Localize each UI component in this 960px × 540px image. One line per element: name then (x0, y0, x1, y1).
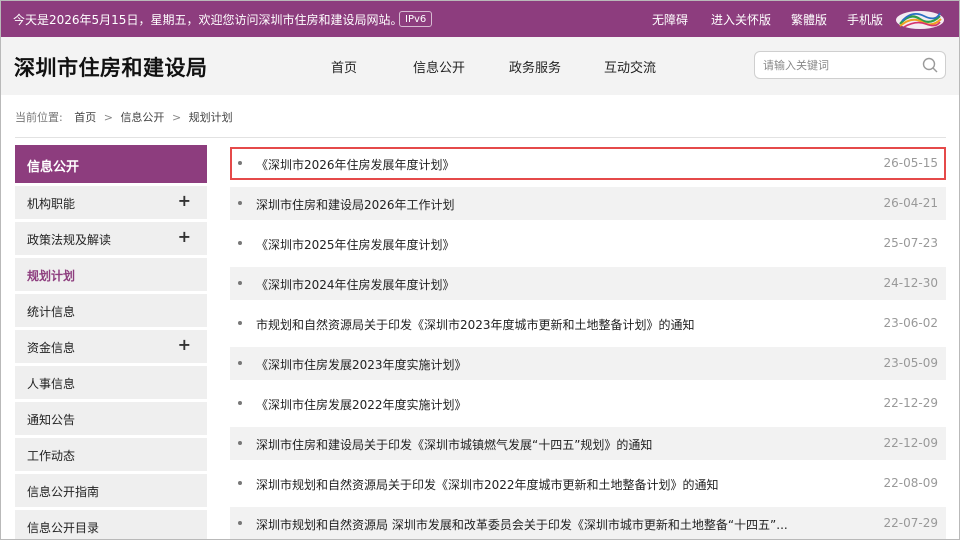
breadcrumb-separator: > (171, 111, 182, 124)
list-item[interactable]: 深圳市住房和建设局2026年工作计划 26-04-21 (230, 187, 946, 220)
list-item[interactable]: 市规划和自然资源局关于印发《深圳市2023年度城市更新和土地整备计划》的通知 2… (230, 307, 946, 340)
sidebar-item-label: 信息公开目录 (27, 521, 100, 535)
mobile-version-link[interactable]: 手机版 (847, 11, 883, 28)
list-item[interactable]: 《深圳市2025年住房发展年度计划》 25-07-23 (230, 227, 946, 260)
bullet-icon (238, 321, 242, 325)
article-title[interactable]: 《深圳市2025年住房发展年度计划》 (256, 236, 455, 253)
site-logo-icon (896, 11, 944, 29)
article-date: 26-05-15 (883, 156, 938, 170)
sidebar-item-label: 信息公开指南 (27, 485, 100, 499)
sidebar-item-label: 工作动态 (27, 449, 76, 463)
traditional-chinese-link[interactable]: 繁體版 (791, 11, 827, 28)
sidebar-item-label: 统计信息 (27, 305, 76, 319)
article-title[interactable]: 《深圳市2026年住房发展年度计划》 (256, 156, 455, 173)
sidebar-item-label: 资金信息 (27, 341, 76, 355)
care-mode-link[interactable]: 进入关怀版 (711, 11, 771, 28)
breadcrumb-separator: > (103, 111, 113, 124)
article-date: 26-04-21 (883, 196, 938, 210)
sidebar-item-label: 人事信息 (27, 377, 76, 391)
list-item[interactable]: 《深圳市住房发展2023年度实施计划》 23-05-09 (230, 347, 946, 380)
article-date: 22-07-29 (883, 516, 938, 530)
sidebar-item-label: 机构职能 (27, 197, 76, 211)
sidebar-item-label: 规划计划 (27, 269, 76, 283)
accessibility-link[interactable]: 无障碍 (652, 11, 688, 28)
breadcrumb-divider (15, 137, 946, 138)
article-date: 24-12-30 (883, 276, 938, 290)
list-item[interactable]: 《深圳市2024年住房发展年度计划》 24-12-30 (230, 267, 946, 300)
article-date: 23-05-09 (883, 356, 938, 370)
breadcrumb-info-disclosure[interactable]: 信息公开 (120, 111, 164, 124)
plus-icon[interactable]: + (178, 335, 191, 354)
site-title[interactable]: 深圳市住房和建设局 (14, 52, 208, 82)
article-title[interactable]: 深圳市规划和自然资源局关于印发《深圳市2022年度城市更新和土地整备计划》的通知 (256, 476, 719, 493)
sidebar-item-policies[interactable]: 政策法规及解读 + (15, 222, 207, 255)
list-item[interactable]: 深圳市规划和自然资源局 深圳市发展和改革委员会关于印发《深圳市城市更新和土地整备… (230, 507, 946, 539)
sidebar-item-work-news[interactable]: 工作动态 (15, 438, 207, 471)
list-item[interactable]: 《深圳市2026年住房发展年度计划》 26-05-15 (230, 147, 946, 180)
site-header: 深圳市住房和建设局 首页 信息公开 政务服务 互动交流 (1, 37, 959, 95)
sidebar-item-label: 政策法规及解读 (27, 233, 112, 247)
sidebar-item-notices[interactable]: 通知公告 (15, 402, 207, 435)
list-item[interactable]: 深圳市规划和自然资源局关于印发《深圳市2022年度城市更新和土地整备计划》的通知… (230, 467, 946, 500)
page-frame: 今天是2026年5月15日，星期五，欢迎您访问深圳市住房和建设局网站。 IPv6… (0, 0, 960, 540)
plus-icon[interactable]: + (178, 191, 191, 210)
article-title[interactable]: 深圳市规划和自然资源局 深圳市发展和改革委员会关于印发《深圳市城市更新和土地整备… (256, 516, 788, 533)
search-box (754, 51, 946, 79)
welcome-text: 今天是2026年5月15日，星期五，欢迎您访问深圳市住房和建设局网站。 (13, 13, 403, 27)
sidebar-item-personnel[interactable]: 人事信息 (15, 366, 207, 399)
breadcrumb-home[interactable]: 首页 (74, 111, 96, 124)
bullet-icon (238, 441, 242, 445)
bullet-icon (238, 241, 242, 245)
breadcrumb: 当前位置: 首页 > 信息公开 > 规划计划 (15, 109, 233, 125)
sidebar-item-funds[interactable]: 资金信息 + (15, 330, 207, 363)
article-title[interactable]: 深圳市住房和建设局关于印发《深圳市城镇燃气发展“十四五”规划》的通知 (256, 436, 652, 453)
article-date: 22-12-29 (883, 396, 938, 410)
plus-icon[interactable]: + (178, 227, 191, 246)
bullet-icon (238, 281, 242, 285)
ipv6-badge: IPv6 (399, 11, 433, 27)
bullet-icon (238, 481, 242, 485)
breadcrumb-prefix: 当前位置: (15, 111, 63, 124)
bullet-icon (238, 161, 242, 165)
bullet-icon (238, 201, 242, 205)
article-title[interactable]: 《深圳市2024年住房发展年度计划》 (256, 276, 455, 293)
breadcrumb-planning[interactable]: 规划计划 (189, 111, 233, 124)
article-title[interactable]: 《深圳市住房发展2022年度实施计划》 (256, 396, 467, 413)
bullet-icon (238, 521, 242, 525)
nav-interaction[interactable]: 互动交流 (604, 57, 656, 76)
bullet-icon (238, 401, 242, 405)
article-title[interactable]: 市规划和自然资源局关于印发《深圳市2023年度城市更新和土地整备计划》的通知 (256, 316, 695, 333)
article-title[interactable]: 《深圳市住房发展2023年度实施计划》 (256, 356, 467, 373)
sidebar-item-functions[interactable]: 机构职能 + (15, 186, 207, 219)
sidebar-item-label: 通知公告 (27, 413, 76, 427)
sidebar-item-planning[interactable]: 规划计划 (15, 258, 207, 291)
top-bar: 今天是2026年5月15日，星期五，欢迎您访问深圳市住房和建设局网站。 IPv6… (1, 1, 959, 37)
sidebar-item-catalog[interactable]: 信息公开目录 (15, 510, 207, 539)
sidebar-header: 信息公开 (15, 145, 207, 183)
list-item[interactable]: 深圳市住房和建设局关于印发《深圳市城镇燃气发展“十四五”规划》的通知 22-12… (230, 427, 946, 460)
nav-home[interactable]: 首页 (331, 57, 357, 76)
list-item[interactable]: 《深圳市住房发展2022年度实施计划》 22-12-29 (230, 387, 946, 420)
article-date: 22-08-09 (883, 476, 938, 490)
nav-government-services[interactable]: 政务服务 (509, 57, 561, 76)
article-title[interactable]: 深圳市住房和建设局2026年工作计划 (256, 196, 455, 213)
article-date: 23-06-02 (883, 316, 938, 330)
bullet-icon (238, 361, 242, 365)
search-input[interactable] (763, 56, 913, 74)
sidebar-item-guide[interactable]: 信息公开指南 (15, 474, 207, 507)
sidebar-item-statistics[interactable]: 统计信息 (15, 294, 207, 327)
search-icon[interactable] (921, 56, 939, 74)
article-date: 25-07-23 (883, 236, 938, 250)
article-date: 22-12-09 (883, 436, 938, 450)
nav-info-disclosure[interactable]: 信息公开 (413, 57, 465, 76)
